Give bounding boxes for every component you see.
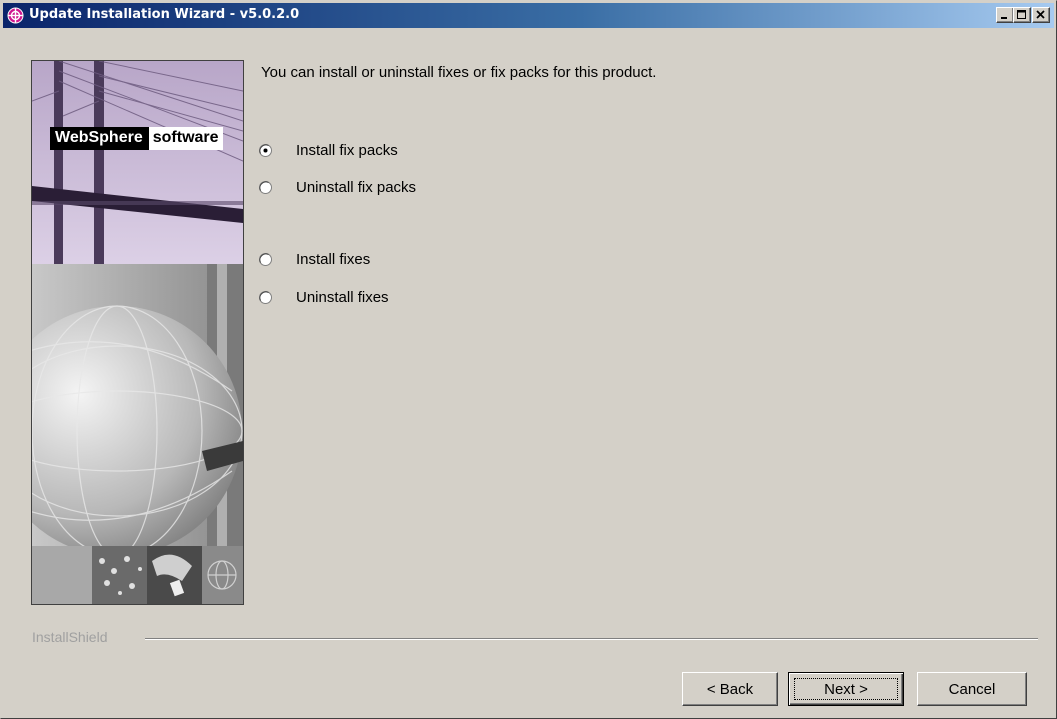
installer-app-icon [7,7,24,24]
option-install-fixes[interactable]: Install fixes [259,248,370,270]
option-label: Uninstall fixes [296,288,389,306]
cancel-button-label: Cancel [948,680,996,698]
option-uninstall-fixes[interactable]: Uninstall fixes [259,286,389,308]
option-label: Install fix packs [296,141,398,159]
option-label: Install fixes [296,250,371,268]
intro-text: You can install or uninstall fixes or fi… [261,64,657,81]
installshield-label: InstallShield [32,629,108,645]
option-label: Uninstall fix packs [296,178,417,196]
radio-unselected-icon[interactable] [259,252,272,266]
option-uninstall-fix-packs[interactable]: Uninstall fix packs [259,176,416,198]
close-button[interactable] [1032,7,1050,23]
back-button[interactable]: < Back [682,672,778,706]
maximize-button[interactable] [1013,7,1031,23]
title-bar[interactable]: Update Installation Wizard - v5.0.2.0 [3,3,1054,28]
minimize-icon [1001,17,1007,19]
brand-primary: WebSphere [50,126,149,150]
next-button[interactable]: Next > [788,672,904,706]
minimize-button[interactable] [996,7,1014,23]
radio-selected-icon[interactable] [259,143,272,157]
window-title: Update Installation Wizard - v5.0.2.0 [29,7,300,22]
branding-image: WebSphere software [31,60,244,605]
wizard-window: Update Installation Wizard - v5.0.2.0 We… [0,0,1057,719]
radio-unselected-icon[interactable] [259,180,272,194]
radio-unselected-icon[interactable] [259,290,272,304]
focus-ring [794,678,898,700]
cancel-button[interactable]: Cancel [917,672,1027,706]
back-button-label: < Back [706,680,754,698]
close-icon [1036,10,1045,19]
brand-secondary: software [148,126,223,150]
maximize-icon [1017,10,1026,19]
footer-divider [145,638,1038,640]
websphere-logo: WebSphere software [50,126,223,150]
option-install-fix-packs[interactable]: Install fix packs [259,139,398,161]
